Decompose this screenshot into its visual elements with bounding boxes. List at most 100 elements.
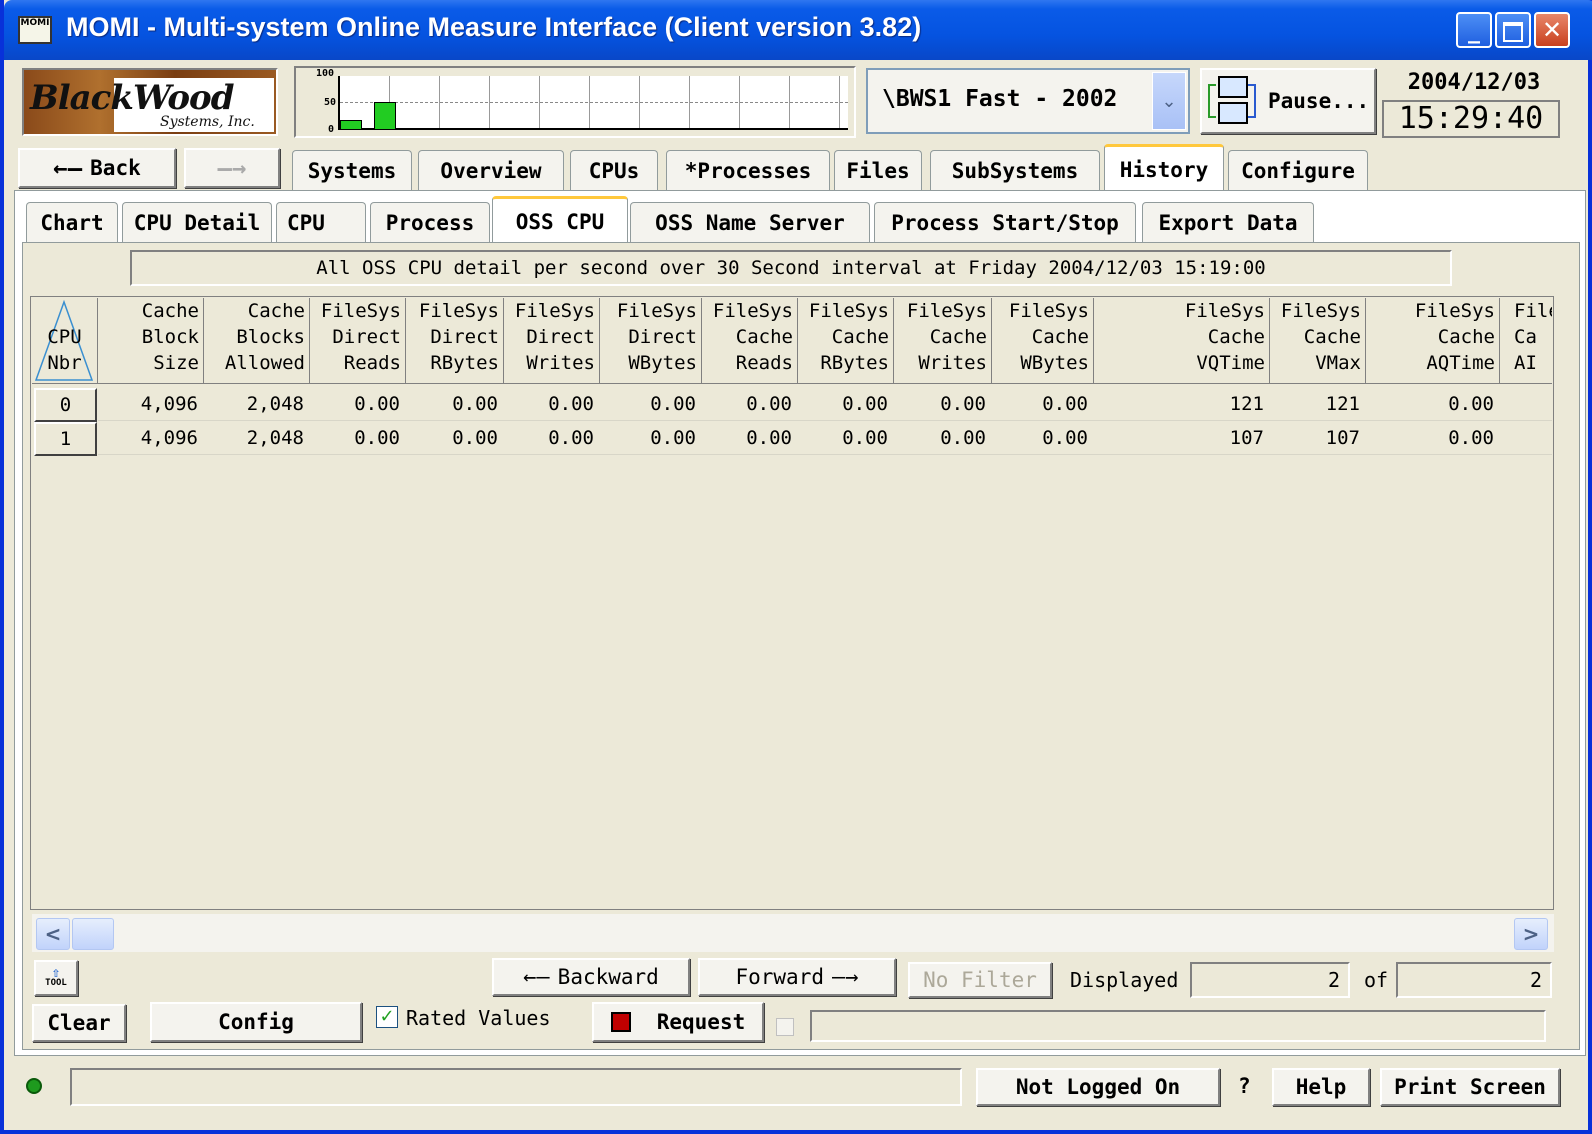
header-line: Cache bbox=[1031, 326, 1089, 348]
column-header-fs-direct-rbytes[interactable]: FileSys Direct RBytes bbox=[406, 298, 504, 384]
subtab-oss-cpu[interactable]: OSS CPU bbox=[492, 196, 628, 244]
close-button[interactable]: ✕ bbox=[1534, 12, 1570, 48]
displayed-label: Displayed bbox=[1070, 968, 1179, 992]
maximize-button[interactable] bbox=[1495, 12, 1531, 48]
tab-configure[interactable]: Configure bbox=[1228, 150, 1368, 190]
of-label: of bbox=[1364, 968, 1389, 992]
tab-history[interactable]: History bbox=[1104, 144, 1224, 192]
header-line: Ca bbox=[1514, 326, 1537, 348]
header-line: WBytes bbox=[628, 352, 697, 374]
table-cell: 0.00 bbox=[992, 388, 1094, 421]
subtab-cpu-detail[interactable]: CPU Detail bbox=[122, 202, 272, 242]
header-line: FileSys bbox=[712, 300, 793, 322]
backward-label: Backward bbox=[557, 965, 659, 989]
header-line: FileSys bbox=[1184, 300, 1265, 322]
table-cell: 0.00 bbox=[798, 422, 894, 455]
back-arrow-icon: ←— bbox=[53, 154, 83, 182]
app-icon: MOMI bbox=[18, 16, 52, 44]
table-cell: 107 bbox=[1094, 422, 1270, 455]
tab-processes[interactable]: *Processes bbox=[666, 150, 830, 190]
forward-arrow-icon: —→ bbox=[217, 154, 247, 182]
column-header-fs-direct-writes[interactable]: FileSys Direct Writes bbox=[504, 298, 600, 384]
column-header-fs-direct-reads[interactable]: FileSys Direct Reads bbox=[310, 298, 406, 384]
forward-arrow-icon: —→ bbox=[832, 964, 859, 990]
back-button[interactable]: ←— Back bbox=[18, 148, 176, 188]
column-header-cpu-nbr[interactable]: CPU Nbr bbox=[32, 298, 98, 384]
subtab-process[interactable]: Process bbox=[370, 202, 490, 242]
tab-subsystems[interactable]: SubSystems bbox=[930, 150, 1100, 190]
help-button[interactable]: Help bbox=[1272, 1068, 1370, 1106]
column-header-fs-cache-writes[interactable]: FileSys Cache Writes bbox=[894, 298, 992, 384]
status-message-field bbox=[70, 1068, 962, 1106]
table-cell: 0.00 bbox=[406, 388, 504, 421]
column-header-fs-cache-truncated[interactable]: File Ca AI bbox=[1500, 298, 1552, 384]
subtab-chart[interactable]: Chart bbox=[26, 202, 118, 242]
rated-values-label: Rated Values bbox=[406, 1006, 551, 1030]
request-status-field bbox=[810, 1010, 1546, 1042]
header-line: CPU bbox=[47, 326, 82, 348]
column-header-fs-cache-rbytes[interactable]: FileSys Cache RBytes bbox=[798, 298, 894, 384]
request-checkbox[interactable] bbox=[776, 1018, 794, 1036]
column-header-fs-direct-wbytes[interactable]: FileSys Direct WBytes bbox=[600, 298, 702, 384]
subtab-oss-name-server[interactable]: OSS Name Server bbox=[630, 202, 870, 242]
header-line: FileSys bbox=[1414, 300, 1495, 322]
scroll-left-icon[interactable]: < bbox=[36, 918, 70, 950]
subtab-process-start-stop[interactable]: Process Start/Stop bbox=[874, 202, 1136, 242]
tool-label: TOOL bbox=[45, 978, 67, 988]
chart-tick-100: 100 bbox=[316, 68, 335, 79]
logo-text: BlackWood bbox=[30, 78, 234, 118]
pause-button[interactable]: Pause... bbox=[1200, 68, 1376, 134]
backward-button[interactable]: ←— Backward bbox=[492, 958, 690, 996]
chevron-down-icon[interactable]: ⌄ bbox=[1152, 72, 1186, 130]
column-header-fs-cache-vqtime[interactable]: FileSys Cache VQTime bbox=[1094, 298, 1270, 384]
table-cell: 107 bbox=[1270, 422, 1366, 455]
tab-cpus[interactable]: CPUs bbox=[570, 150, 658, 190]
tab-overview[interactable]: Overview bbox=[418, 150, 564, 190]
tab-files[interactable]: Files bbox=[834, 150, 922, 190]
table-cell: 0.00 bbox=[894, 388, 992, 421]
scroll-right-icon[interactable]: > bbox=[1514, 918, 1548, 950]
column-header-cache-blocks-allowed[interactable]: Cache Blocks Allowed bbox=[204, 298, 310, 384]
row-header[interactable]: 0 bbox=[34, 388, 97, 422]
column-header-fs-cache-vmax[interactable]: FileSys Cache VMax bbox=[1270, 298, 1366, 384]
request-button[interactable]: Request bbox=[592, 1002, 764, 1042]
table-cell: 121 bbox=[1094, 388, 1270, 421]
table-cell bbox=[1500, 422, 1552, 455]
subtab-cpu[interactable]: CPU bbox=[276, 202, 366, 242]
header-line: Reads bbox=[343, 352, 401, 374]
table-cell: 0.00 bbox=[1366, 388, 1500, 421]
row-header[interactable]: 1 bbox=[34, 422, 97, 456]
table-cell: 0.00 bbox=[702, 422, 798, 455]
forward-nav-button[interactable]: —→ bbox=[184, 148, 280, 188]
forward-button[interactable]: Forward —→ bbox=[698, 958, 896, 996]
column-header-fs-cache-aqtime[interactable]: FileSys Cache AQTime bbox=[1366, 298, 1500, 384]
header-line: Direct bbox=[526, 326, 595, 348]
print-screen-button[interactable]: Print Screen bbox=[1380, 1068, 1560, 1106]
scroll-thumb[interactable] bbox=[72, 918, 114, 950]
header-line: Direct bbox=[430, 326, 499, 348]
column-header-cache-block-size[interactable]: Cache Block Size bbox=[98, 298, 204, 384]
header-line: VMax bbox=[1315, 352, 1361, 374]
tab-systems[interactable]: Systems bbox=[292, 150, 412, 190]
displayed-count: 2 bbox=[1190, 962, 1350, 998]
tool-button[interactable]: ⇧ TOOL bbox=[34, 960, 78, 996]
table-cell: 0.00 bbox=[894, 422, 992, 455]
table-cell: 0.00 bbox=[600, 388, 702, 421]
clear-button[interactable]: Clear bbox=[32, 1004, 126, 1042]
subtab-export-data[interactable]: Export Data bbox=[1142, 202, 1314, 242]
table-cell: 4,096 bbox=[98, 388, 204, 421]
header-line: Cache bbox=[141, 300, 199, 322]
title-bar[interactable]: MOMI MOMI - Multi-system Online Measure … bbox=[4, 0, 1592, 60]
not-logged-on-button[interactable]: Not Logged On bbox=[976, 1068, 1220, 1106]
horizontal-scrollbar[interactable]: < > bbox=[32, 914, 1554, 952]
system-select[interactable]: \BWS1 Fast - 2002 ⌄ bbox=[866, 68, 1190, 134]
table-cell: 0.00 bbox=[702, 388, 798, 421]
header-line: AQTime bbox=[1426, 352, 1495, 374]
minimize-button[interactable]: _ bbox=[1456, 12, 1492, 48]
rated-values-checkbox[interactable]: ✓ bbox=[376, 1006, 398, 1028]
config-button[interactable]: Config bbox=[150, 1002, 362, 1042]
no-filter-button[interactable]: No Filter bbox=[908, 962, 1052, 998]
column-header-fs-cache-wbytes[interactable]: FileSys Cache WBytes bbox=[992, 298, 1094, 384]
header-line: Direct bbox=[628, 326, 697, 348]
column-header-fs-cache-reads[interactable]: FileSys Cache Reads bbox=[702, 298, 798, 384]
